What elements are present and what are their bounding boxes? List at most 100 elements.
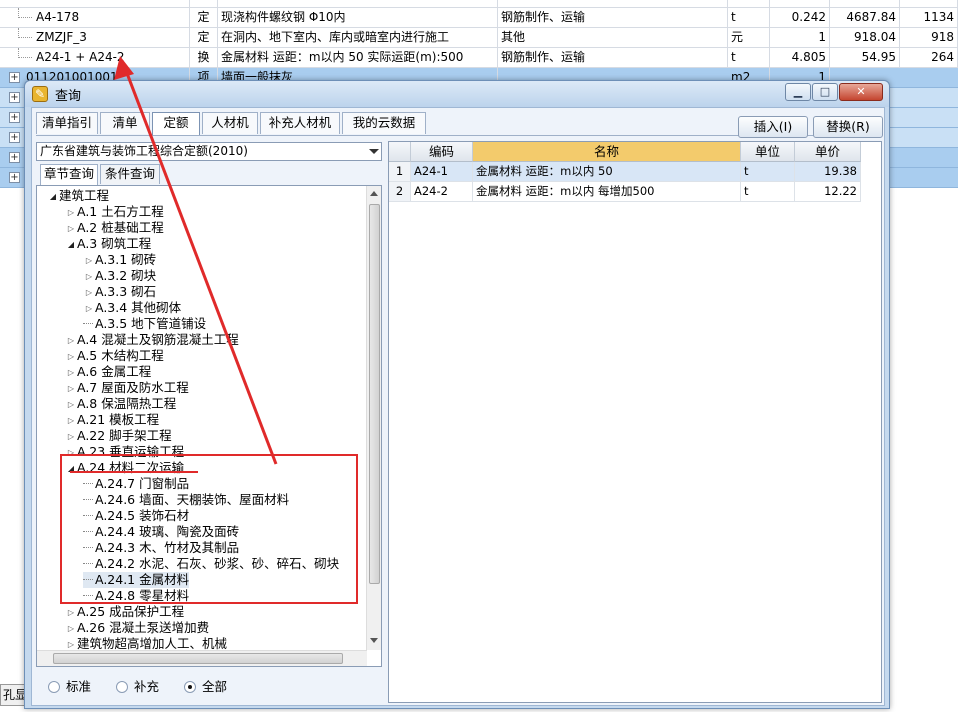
table-row[interactable]: A4-178 定 现浇构件螺纹钢 Φ10内 钢筋制作、运输 t 0.242 46… <box>0 8 958 28</box>
tab-labor-material-machine[interactable]: 人材机 <box>202 112 258 134</box>
table-row[interactable]: ZMZJF_3 定 在洞内、地下室内、库内或暗室内进行施工 其他 元 1 918… <box>0 28 958 48</box>
tree-node[interactable]: A.24.1 金属材料 <box>83 572 190 588</box>
radio-standard[interactable]: 标准 <box>48 679 91 695</box>
scroll-down-icon[interactable] <box>370 638 378 643</box>
tree-node-label: 建筑物超高增加人工、机械 <box>77 636 228 651</box>
dialog-titlebar[interactable]: ✎ 查询 ▁ □ ✕ <box>25 81 889 107</box>
tree-node-label: A.23 垂直运输工程 <box>77 444 185 459</box>
column-header-index <box>389 142 411 162</box>
tree-node[interactable]: ◢ A.24 材料二次运输 <box>65 460 184 476</box>
scroll-thumb[interactable] <box>369 204 380 584</box>
tree-node[interactable]: ▷ A.4 混凝土及钢筋混凝土工程 <box>65 332 239 348</box>
tree-node[interactable]: ▷ A.26 混凝土泵送增加费 <box>65 620 209 636</box>
row-unit: t <box>728 8 770 28</box>
chapter-tree[interactable]: ◢ 建筑工程 ▷ A.1 土石方工程 ▷ A.2 桩基础工程 ◢ A.3 砌筑工程 ▷ A.3.1… <box>36 185 382 667</box>
tree-node[interactable]: ▷ A.6 金属工程 <box>65 364 151 380</box>
expand-icon[interactable]: + <box>9 112 20 123</box>
collapsed-triangle-icon[interactable]: ▷ <box>65 381 77 397</box>
expand-icon[interactable]: + <box>9 172 20 183</box>
replace-button[interactable]: 替换(R) <box>813 116 883 138</box>
collapsed-triangle-icon[interactable]: ▷ <box>83 285 95 301</box>
row-code: ZMZJF_3 <box>0 28 190 48</box>
collapsed-triangle-icon[interactable]: ▷ <box>65 205 77 221</box>
tab-bill[interactable]: 清单 <box>100 112 150 134</box>
collapsed-triangle-icon[interactable]: ▷ <box>65 365 77 381</box>
collapsed-triangle-icon[interactable]: ▷ <box>65 605 77 621</box>
tree-node[interactable]: ◢ 建筑工程 <box>47 188 109 204</box>
radio-all[interactable]: 全部 <box>184 679 227 695</box>
tab-condition-query[interactable]: 条件查询 <box>100 164 160 184</box>
tree-node[interactable]: ▷ A.1 土石方工程 <box>65 204 164 220</box>
column-header-name[interactable]: 名称 <box>473 142 741 162</box>
tab-chapter-query[interactable]: 章节查询 <box>40 164 98 186</box>
collapsed-triangle-icon[interactable]: ▷ <box>65 221 77 237</box>
collapsed-triangle-icon[interactable]: ▷ <box>65 429 77 445</box>
chevron-down-icon[interactable] <box>369 149 379 154</box>
tree-node-label: A.24.6 墙面、天棚装饰、屋面材料 <box>95 492 290 507</box>
tree-node[interactable]: A.3.5 地下管道铺设 <box>83 316 206 332</box>
tree-node[interactable]: A.24.2 水泥、石灰、砂浆、砂、碎石、砌块 <box>83 556 339 572</box>
tree-node[interactable]: A.24.6 墙面、天棚装饰、屋面材料 <box>83 492 289 508</box>
row-qty: 1 <box>770 28 830 48</box>
collapsed-triangle-icon[interactable]: ▷ <box>65 333 77 349</box>
tree-node[interactable]: ▷ A.22 脚手架工程 <box>65 428 172 444</box>
quota-library-select[interactable]: 广东省建筑与装饰工程综合定额(2010) <box>36 142 382 161</box>
tab-my-cloud-data[interactable]: 我的云数据 <box>342 112 426 134</box>
radio-supplementary[interactable]: 补充 <box>116 679 159 695</box>
radio-indicator <box>184 681 196 693</box>
collapsed-triangle-icon[interactable]: ▷ <box>83 253 95 269</box>
maximize-button[interactable]: □ <box>812 83 838 101</box>
quota-grid[interactable]: 编码 名称 单位 单价 1 A24-1 金属材料 运距：m以内 50 t 19.… <box>388 141 882 703</box>
tree-node[interactable]: A.24.8 零星材料 <box>83 588 189 604</box>
collapsed-triangle-icon[interactable]: ▷ <box>65 413 77 429</box>
collapsed-triangle-icon[interactable]: ▷ <box>65 445 77 461</box>
column-header-code[interactable]: 编码 <box>411 142 473 162</box>
collapsed-triangle-icon[interactable]: ▷ <box>65 621 77 637</box>
vertical-scrollbar[interactable] <box>366 186 381 650</box>
tree-node[interactable]: ▷ A.25 成品保护工程 <box>65 604 184 620</box>
table-row[interactable] <box>0 0 958 8</box>
minimize-button[interactable]: ▁ <box>785 83 811 101</box>
expand-icon[interactable]: + <box>9 132 20 143</box>
scroll-up-icon[interactable] <box>370 191 378 196</box>
collapsed-triangle-icon[interactable]: ▷ <box>83 269 95 285</box>
tree-node[interactable]: A.24.4 玻璃、陶瓷及面砖 <box>83 524 239 540</box>
tree-node[interactable]: A.24.5 装饰石材 <box>83 508 189 524</box>
column-header-unit[interactable]: 单位 <box>741 142 795 162</box>
tree-node-label: A.24.2 水泥、石灰、砂浆、砂、碎石、砌块 <box>95 556 340 571</box>
horizontal-scrollbar[interactable] <box>37 650 367 666</box>
scroll-thumb[interactable] <box>53 653 343 664</box>
tree-node[interactable]: A.24.3 木、竹材及其制品 <box>83 540 239 556</box>
close-button[interactable]: ✕ <box>839 83 883 101</box>
row-price: 54.95 <box>830 48 900 68</box>
tree-node[interactable]: ▷ A.23 垂直运输工程 <box>65 444 184 460</box>
tree-node[interactable]: A.24.7 门窗制品 <box>83 476 189 492</box>
tree-node[interactable]: ▷ A.8 保温隔热工程 <box>65 396 176 412</box>
collapsed-triangle-icon[interactable]: ▷ <box>83 301 95 317</box>
expand-icon[interactable]: + <box>9 152 20 163</box>
column-header-price[interactable]: 单价 <box>795 142 861 162</box>
row-price: 918.04 <box>830 28 900 48</box>
tree-node[interactable]: ▷ A.3.2 砌块 <box>83 268 156 284</box>
collapsed-triangle-icon[interactable]: ▷ <box>65 349 77 365</box>
tree-node[interactable]: ▷ A.5 木结构工程 <box>65 348 164 364</box>
tab-bill-guide[interactable]: 清单指引 <box>36 112 98 134</box>
tree-node[interactable]: ▷ A.2 桩基础工程 <box>65 220 164 236</box>
tree-leaf-connector <box>83 531 93 532</box>
expand-icon[interactable]: + <box>9 92 20 103</box>
expanded-triangle-icon[interactable]: ◢ <box>65 237 77 253</box>
table-row[interactable]: A24-1 + A24-2 换 金属材料 运距：m以内 50 实际运距(m):5… <box>0 48 958 68</box>
expanded-triangle-icon[interactable]: ◢ <box>65 461 77 477</box>
tree-node[interactable]: ▷ A.3.1 砌砖 <box>83 252 156 268</box>
tab-supplementary-lmm[interactable]: 补充人材机 <box>260 112 340 134</box>
tree-node[interactable]: ▷ A.3.3 砌石 <box>83 284 156 300</box>
tree-node[interactable]: ▷ A.3.4 其他砌体 <box>83 300 181 316</box>
tree-node[interactable]: ▷ A.7 屋面及防水工程 <box>65 380 189 396</box>
tree-node-label: A.3.1 砌砖 <box>95 252 157 267</box>
expanded-triangle-icon[interactable]: ◢ <box>47 189 59 205</box>
insert-button[interactable]: 插入(I) <box>738 116 808 138</box>
collapsed-triangle-icon[interactable]: ▷ <box>65 397 77 413</box>
tree-node[interactable]: ◢ A.3 砌筑工程 <box>65 236 151 252</box>
tree-node[interactable]: ▷ A.21 模板工程 <box>65 412 159 428</box>
tab-quota[interactable]: 定额 <box>152 112 200 136</box>
